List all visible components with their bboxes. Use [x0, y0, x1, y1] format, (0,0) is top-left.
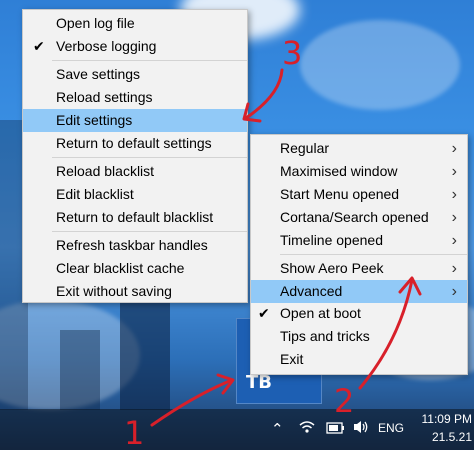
checkmark-icon: ✔: [33, 38, 45, 54]
main-menu-item[interactable]: Save settings: [23, 63, 247, 86]
main-menu-item[interactable]: Exit without saving: [23, 280, 247, 303]
translucenttb-tray-icon[interactable]: TB: [246, 372, 272, 394]
network-icon[interactable]: [298, 419, 316, 439]
main-menu-item[interactable]: Return to default blacklist: [23, 206, 247, 229]
submenu-item[interactable]: Show Aero Peek ›: [251, 257, 467, 280]
menu-separator: [52, 60, 247, 61]
submenu-item[interactable]: ✔ Open at boot: [251, 302, 467, 325]
menu-item-label: Return to default settings: [56, 135, 212, 151]
submenu-item[interactable]: Timeline opened ›: [251, 229, 467, 252]
menu-item-label: Reload blacklist: [56, 163, 155, 179]
chevron-right-icon: ›: [451, 283, 457, 300]
main-menu-item[interactable]: ✔ Verbose logging: [23, 35, 247, 58]
wifi-icon: [299, 421, 315, 433]
submenu-item[interactable]: Exit: [251, 348, 467, 371]
menu-item-label: Reload settings: [56, 89, 153, 105]
menu-separator: [52, 231, 247, 232]
menu-item-label: Edit blacklist: [56, 186, 134, 202]
menu-item-label: Return to default blacklist: [56, 209, 214, 225]
menu-item-label: Show Aero Peek: [280, 260, 384, 276]
main-menu-item[interactable]: Open log file: [23, 12, 247, 35]
menu-item-label: Exit without saving: [56, 283, 172, 299]
submenu-item[interactable]: Maximised window ›: [251, 160, 467, 183]
menu-item-label: Edit settings: [56, 112, 133, 128]
submenu-item[interactable]: Regular ›: [251, 137, 467, 160]
menu-item-label: Advanced: [280, 283, 343, 299]
chevron-right-icon: ›: [451, 209, 457, 226]
clock-time: 11:09 PM: [421, 412, 472, 426]
language-indicator[interactable]: ENG: [378, 421, 404, 435]
main-context-menu: Open log file ✔ Verbose logging Save settin…: [22, 9, 248, 303]
chevron-right-icon: ›: [451, 186, 457, 203]
menu-item-label: Clear blacklist cache: [56, 260, 185, 276]
clock-date: 21.5.21: [431, 430, 472, 444]
menu-separator: [280, 254, 467, 255]
main-menu-item[interactable]: Reload settings: [23, 86, 247, 109]
main-menu-item[interactable]: Return to default settings: [23, 132, 247, 155]
menu-item-label: Verbose logging: [56, 38, 157, 54]
menu-separator: [52, 157, 247, 158]
chevron-right-icon: ›: [451, 260, 457, 277]
main-menu-item[interactable]: Clear blacklist cache: [23, 257, 247, 280]
submenu-item[interactable]: Cortana/Search opened ›: [251, 206, 467, 229]
menu-item-label: Cortana/Search opened: [280, 209, 429, 225]
chevron-right-icon: ›: [451, 232, 457, 249]
chevron-right-icon: ›: [451, 140, 457, 157]
submenu: Regular › Maximised window › Start Menu open…: [250, 134, 468, 375]
chevron-up-icon[interactable]: ⌃: [271, 420, 284, 438]
chevron-right-icon: ›: [451, 163, 457, 180]
menu-item-label: Maximised window: [280, 163, 398, 179]
menu-item-label: Exit: [280, 351, 304, 367]
main-menu-item[interactable]: Edit blacklist: [23, 183, 247, 206]
main-menu-item[interactable]: Refresh taskbar handles: [23, 234, 247, 257]
menu-item-label: Open at boot: [280, 305, 361, 321]
menu-item-label: Refresh taskbar handles: [56, 237, 208, 253]
submenu-item[interactable]: Tips and tricks: [251, 325, 467, 348]
main-menu-item[interactable]: Edit settings: [23, 109, 247, 132]
menu-item-label: Tips and tricks: [280, 328, 370, 344]
clock[interactable]: 11:09 PM 21.5.21: [416, 410, 472, 446]
main-menu-item[interactable]: Reload blacklist: [23, 160, 247, 183]
checkmark-icon: ✔: [258, 305, 270, 321]
menu-item-label: Open log file: [56, 15, 135, 31]
menu-item-label: Timeline opened: [280, 232, 383, 248]
menu-item-label: Start Menu opened: [280, 186, 400, 202]
volume-icon[interactable]: [352, 419, 370, 439]
submenu-item[interactable]: Start Menu opened ›: [251, 183, 467, 206]
battery-icon[interactable]: [326, 421, 346, 438]
submenu-item[interactable]: Advanced ›: [251, 280, 467, 303]
menu-item-label: Regular: [280, 140, 330, 156]
menu-item-label: Save settings: [56, 66, 141, 82]
